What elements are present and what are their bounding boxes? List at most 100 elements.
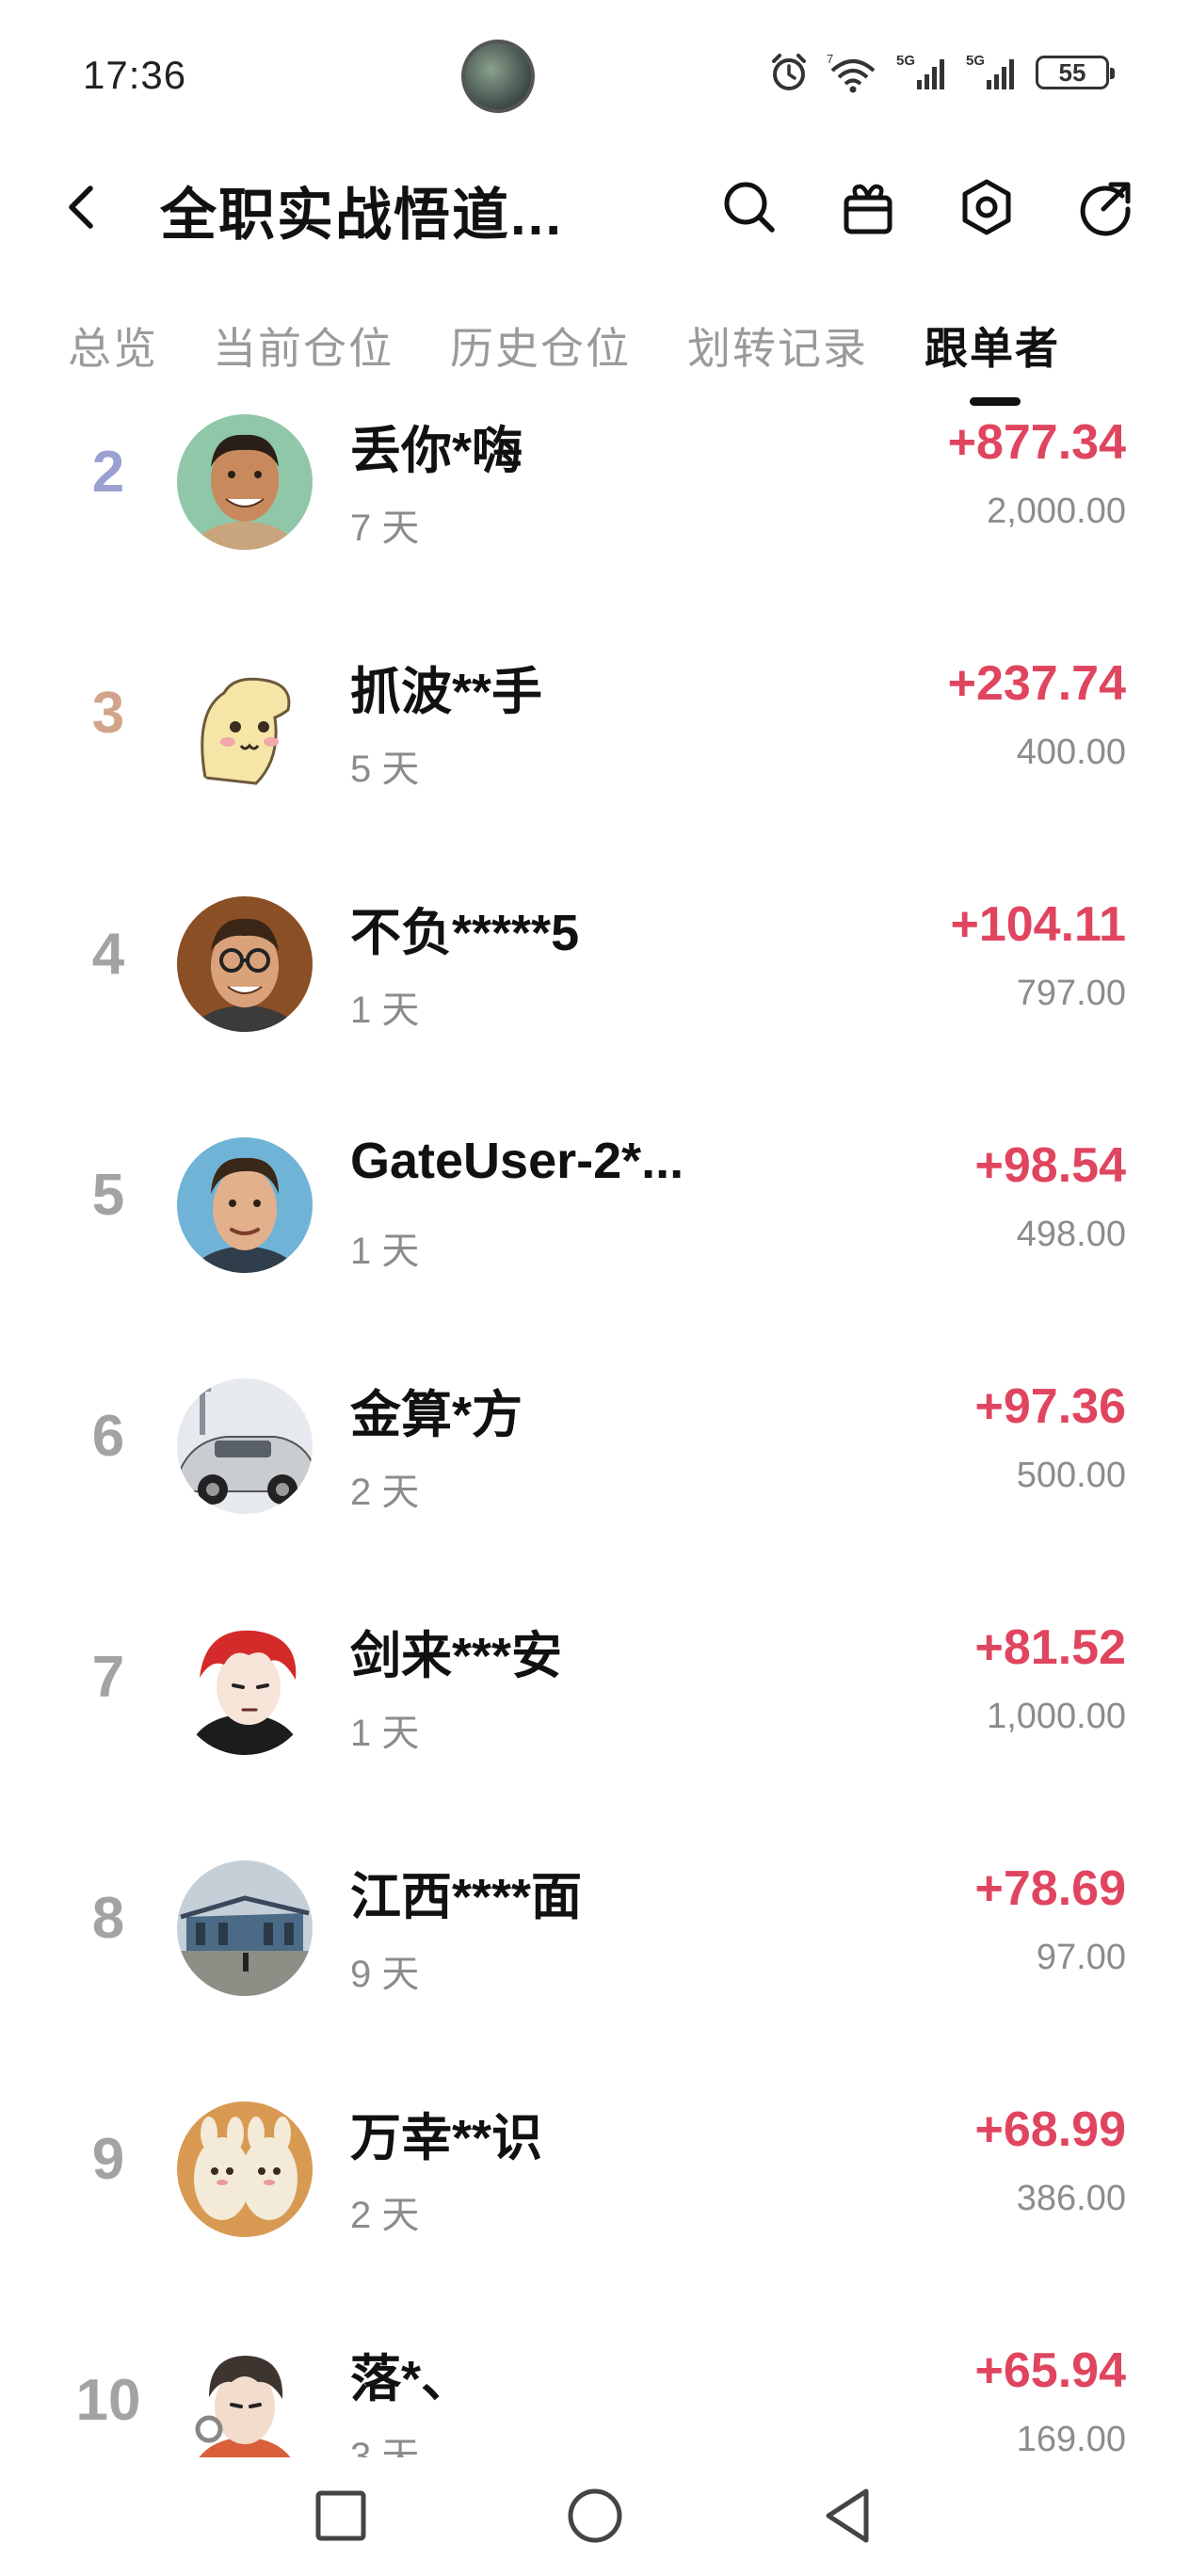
gift-icon[interactable] [838, 177, 898, 237]
rank-number: 2 [91, 440, 125, 505]
follower-amount: 400.00 [1016, 733, 1126, 772]
follow-days: 1 天 [350, 1713, 420, 1754]
avatar-building-photo-icon [177, 1860, 313, 1996]
follower-amount: 386.00 [1016, 2179, 1126, 2218]
avatar [177, 655, 313, 791]
list-item[interactable]: 10 落*、 3 天 +65.94 169.00 [0, 2333, 1190, 2457]
avatar-portrait-icon [177, 896, 313, 1032]
avatar [177, 896, 313, 1032]
list-item[interactable]: 3 抓波**手 5 天 +237.74 400.00 [0, 646, 1190, 887]
follower-name: 不负*****5 [350, 905, 580, 961]
follower-name: GateUser-2*... [350, 1133, 684, 1189]
tab-bar: 总览 当前仓位 历史仓位 划转记录 跟单者 [0, 301, 1190, 414]
follow-days: 3 天 [350, 2436, 420, 2457]
follower-profit: +65.94 [974, 2343, 1127, 2398]
avatar-anime-character-icon [177, 1619, 313, 1755]
status-icons: 7 5G 5G 55 [768, 51, 1115, 94]
list-item[interactable]: 7 剑来***安 1 天 +81.52 1,000.00 [0, 1610, 1190, 1851]
signal-5g-icon-1: 5G [896, 53, 944, 89]
tab-followers[interactable]: 跟单者 [925, 314, 1060, 377]
follower-name: 江西****面 [350, 1869, 583, 1925]
follower-profit: +97.36 [974, 1379, 1127, 1434]
rank-number: 6 [91, 1404, 125, 1469]
alarm-icon [772, 54, 806, 90]
svg-text:7: 7 [827, 52, 833, 66]
rank-number: 5 [91, 1163, 125, 1228]
avatar [177, 1378, 313, 1514]
battery-icon: 55 [1036, 56, 1115, 89]
list-item[interactable]: 9 万幸**识 2 天 +68.99 386.00 [0, 2092, 1190, 2333]
avatar [177, 1860, 313, 1996]
rank-number: 7 [91, 1645, 125, 1710]
floating-avatar-icon[interactable] [461, 40, 535, 113]
follower-profit: +237.74 [947, 656, 1126, 711]
list-item[interactable]: 4 不负*****5 1 天 +104.11 797.00 [0, 887, 1190, 1128]
follower-profit: +81.52 [974, 1620, 1127, 1675]
rank-number: 3 [91, 681, 125, 746]
list-item[interactable]: 5 GateUser-2*... 1 天 +98.54 498.00 [0, 1128, 1190, 1369]
follower-name: 金算*方 [350, 1387, 523, 1443]
follower-profit: +98.54 [974, 1138, 1127, 1193]
system-nav-bar [0, 2457, 1190, 2576]
list-item[interactable]: 8 江西****面 9 天 +78.69 97.00 [0, 1851, 1190, 2092]
svg-text:5G: 5G [896, 53, 915, 69]
search-icon[interactable] [719, 177, 780, 237]
follow-days: 1 天 [350, 990, 420, 1031]
avatar [177, 1137, 313, 1273]
follow-days: 7 天 [350, 507, 420, 549]
follower-profit: +877.34 [947, 415, 1126, 470]
avatar-cartoon-bread-icon [177, 655, 313, 791]
follower-name: 丢你*嗨 [350, 423, 523, 479]
list-item[interactable]: 2 丢你*嗨 7 天 +877.34 2,000.00 [0, 405, 1190, 646]
follower-name: 万幸**识 [350, 2110, 543, 2166]
follower-profit: +68.99 [974, 2102, 1127, 2157]
follower-profit: +104.11 [950, 897, 1126, 952]
rank-number: 8 [91, 1886, 125, 1951]
rank-number: 4 [91, 922, 125, 987]
svg-text:5G: 5G [966, 53, 985, 69]
list-item[interactable]: 6 金算*方 2 天 +97.36 500.00 [0, 1369, 1190, 1610]
tab-transfer-records[interactable]: 划转记录 [687, 314, 868, 377]
signal-5g-icon-2: 5G [966, 53, 1014, 89]
follow-days: 2 天 [350, 1472, 420, 1513]
recent-apps-square-icon[interactable] [303, 2478, 378, 2553]
avatar [177, 414, 313, 550]
app-header: 全职实战悟道... [0, 151, 1190, 264]
follower-name: 抓波**手 [350, 664, 543, 720]
avatar-anime-character-icon [177, 2343, 313, 2457]
rank-number: 10 [75, 2368, 141, 2433]
follow-days: 1 天 [350, 1231, 420, 1272]
tab-current-positions[interactable]: 当前仓位 [213, 314, 394, 377]
follower-amount: 1,000.00 [987, 1697, 1126, 1736]
follow-days: 2 天 [350, 2195, 420, 2236]
back-triangle-icon[interactable] [812, 2478, 887, 2553]
share-icon[interactable] [1075, 177, 1135, 237]
settings-icon[interactable] [957, 177, 1017, 237]
follower-profit: +78.69 [974, 1861, 1127, 1916]
avatar-car-photo-icon [177, 1378, 313, 1514]
follower-amount: 797.00 [1016, 974, 1126, 1013]
avatar-plush-toys-icon [177, 2101, 313, 2237]
follower-amount: 169.00 [1016, 2420, 1126, 2457]
wifi-icon: 7 [827, 52, 876, 93]
follower-amount: 498.00 [1016, 1215, 1126, 1254]
follower-name: 剑来***安 [350, 1628, 563, 1684]
follower-amount: 2,000.00 [987, 491, 1126, 531]
status-bar: 17:36 7 5G 5G 55 [0, 0, 1190, 151]
avatar-portrait-icon [177, 414, 313, 550]
back-arrow-icon[interactable] [53, 177, 113, 237]
status-time: 17:36 [83, 53, 187, 97]
rank-number: 9 [91, 2127, 125, 2192]
follow-days: 9 天 [350, 1954, 420, 1995]
avatar [177, 2101, 313, 2237]
follower-name: 落*、 [350, 2351, 473, 2407]
follower-list[interactable]: 2 丢你*嗨 7 天 +877.34 2,000.00 3 抓波**手 5 天 … [0, 405, 1190, 2457]
home-circle-icon[interactable] [557, 2478, 633, 2553]
avatar [177, 2343, 313, 2457]
avatar-portrait-icon [177, 1137, 313, 1273]
page-title: 全职实战悟道... [160, 184, 564, 247]
follower-amount: 97.00 [1036, 1938, 1126, 1977]
follower-amount: 500.00 [1016, 1456, 1126, 1495]
tab-position-history[interactable]: 历史仓位 [450, 314, 631, 377]
tab-overview[interactable]: 总览 [68, 314, 158, 377]
